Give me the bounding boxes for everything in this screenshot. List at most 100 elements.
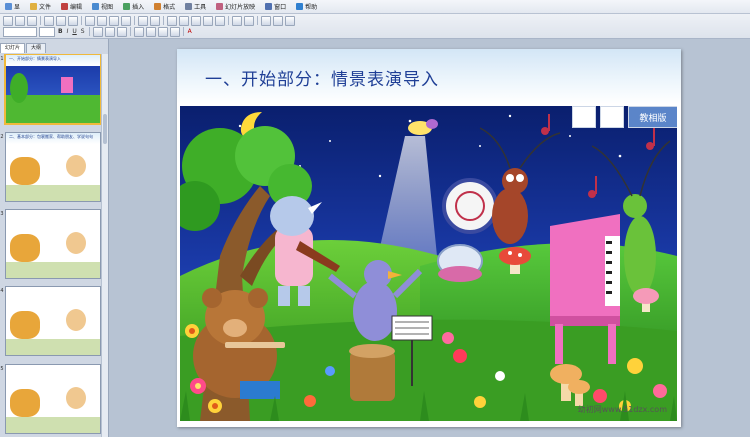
new-slide-icon[interactable] xyxy=(285,15,295,26)
menu-item-icon xyxy=(92,3,100,10)
menu-item-5[interactable]: 格式 xyxy=(149,0,180,13)
align-right-icon[interactable] xyxy=(116,26,127,37)
menu-item-icon xyxy=(30,3,38,10)
menu-item-label: 幻灯片放映 xyxy=(225,4,256,11)
menu-item-icon xyxy=(154,3,162,10)
menu-item-icon xyxy=(61,3,69,10)
thumbnail-scrollbar[interactable] xyxy=(101,54,108,437)
slide-thumbnail[interactable] xyxy=(5,209,101,279)
save-icon[interactable] xyxy=(27,15,37,26)
menu-item-label: 窗口 xyxy=(274,4,287,11)
paste-icon[interactable] xyxy=(109,15,119,26)
menu-item-label: 显 xyxy=(14,4,21,11)
slide-title[interactable]: 一、开始部分：情景表演导入 xyxy=(205,65,439,90)
menu-item-label: 工具 xyxy=(194,4,207,11)
slide-thumbnail-row: 5 xyxy=(0,364,101,434)
slide-number: 2 xyxy=(0,134,4,140)
menu-bar: 显 文件 编辑 视图 插入 格式 工具 幻灯片放映 窗口 帮助 xyxy=(0,0,750,14)
open-icon[interactable] xyxy=(15,15,25,26)
formatting-toolbar: B I U S A xyxy=(0,14,750,39)
slide-thumbnail-title: 二、基本部分：包裹搬家、帮助朋友、学说句句 xyxy=(6,133,100,144)
insert-chart-icon[interactable] xyxy=(167,15,177,26)
menu-item-0[interactable]: 显 xyxy=(0,0,25,13)
layout-icon[interactable] xyxy=(261,15,271,26)
menu-item-label: 视图 xyxy=(101,4,114,11)
slide-thumbnail[interactable]: 二、基本部分：包裹搬家、帮助朋友、学说句句 xyxy=(5,132,101,202)
current-slide[interactable]: 一、开始部分：情景表演导入 教相版 幼初网www.51dzx.com xyxy=(177,49,681,427)
bold-button[interactable]: B xyxy=(56,28,65,35)
help-icon[interactable] xyxy=(244,15,254,26)
slide-thumbnail[interactable]: 一、开始部分：情景表演导入 xyxy=(4,54,101,125)
menu-item-icon xyxy=(296,3,304,10)
textbox-icon[interactable] xyxy=(203,15,213,26)
header-button-2[interactable] xyxy=(600,106,624,128)
copy-icon[interactable] xyxy=(97,15,107,26)
font-color-button[interactable]: A xyxy=(186,28,194,35)
shadow-button[interactable]: S xyxy=(79,28,87,35)
slide-thumbnail-row: 2 二、基本部分：包裹搬家、帮助朋友、学说句句 xyxy=(0,132,101,202)
slide-thumbnail-row: 3 xyxy=(0,209,101,279)
menu-item-icon xyxy=(265,3,273,10)
slide-illustration[interactable]: 教相版 幼初网www.51dzx.com xyxy=(180,106,677,421)
insert-table-icon[interactable] xyxy=(179,15,189,26)
menu-item-icon xyxy=(185,3,193,10)
scrollbar-thumb[interactable] xyxy=(103,114,107,144)
preview-icon[interactable] xyxy=(56,15,66,26)
slide-number: 5 xyxy=(0,366,4,372)
menu-item-8[interactable]: 窗口 xyxy=(260,0,291,13)
menu-item-9[interactable]: 帮助 xyxy=(291,0,322,13)
slide-editor: 一、开始部分：情景表演导入 教相版 幼初网www.51dzx.com xyxy=(109,39,750,437)
slide-thumbnail[interactable] xyxy=(5,364,101,434)
menu-item-7[interactable]: 幻灯片放映 xyxy=(211,0,260,13)
menu-item-3[interactable]: 视图 xyxy=(87,0,118,13)
slide-thumbnail-row: 1 一、开始部分：情景表演导入 xyxy=(0,54,101,125)
bass-drum xyxy=(442,178,498,234)
bullets-icon[interactable] xyxy=(145,26,156,37)
header-button-label[interactable]: 教相版 xyxy=(628,106,677,128)
cut-icon[interactable] xyxy=(85,15,95,26)
undo-icon[interactable] xyxy=(138,15,148,26)
redo-icon[interactable] xyxy=(150,15,160,26)
spellcheck-icon[interactable] xyxy=(68,15,78,26)
slide-thumbnail-title: 一、开始部分：情景表演导入 xyxy=(6,55,100,66)
menu-item-label: 插入 xyxy=(132,4,145,11)
decrease-font-icon[interactable] xyxy=(169,26,180,37)
toolbar-row-format: B I U S A xyxy=(2,26,194,37)
underline-button[interactable]: U xyxy=(70,28,78,35)
hyperlink-icon[interactable] xyxy=(215,15,225,26)
slides-pane: 幻灯片 大纲 1 一、开始部分：情景表演导入 2 二、基本部分：包裹搬家、帮助朋友、学… xyxy=(0,39,109,437)
font-size-combo[interactable] xyxy=(39,26,55,37)
zoom-icon[interactable] xyxy=(232,15,242,26)
menu-item-icon xyxy=(5,3,12,10)
increase-font-icon[interactable] xyxy=(157,26,168,37)
menu-item-icon xyxy=(123,3,131,10)
print-icon[interactable] xyxy=(44,15,54,26)
pane-tabs: 幻灯片 大纲 xyxy=(0,43,47,53)
font-combo[interactable] xyxy=(3,26,37,37)
menu-item-6[interactable]: 工具 xyxy=(180,0,211,13)
toolbar-row-standard xyxy=(2,15,296,26)
insert-picture-icon[interactable] xyxy=(191,15,201,26)
align-center-icon[interactable] xyxy=(104,26,115,37)
new-icon[interactable] xyxy=(3,15,13,26)
align-left-icon[interactable] xyxy=(92,26,103,37)
format-painter-icon[interactable] xyxy=(121,15,131,26)
design-icon[interactable] xyxy=(273,15,283,26)
menu-item-4[interactable]: 插入 xyxy=(118,0,149,13)
menu-item-2[interactable]: 编辑 xyxy=(56,0,87,13)
menu-item-label: 编辑 xyxy=(70,4,83,11)
slide-thumbnail-row: 4 xyxy=(0,286,101,356)
menu-item-label: 格式 xyxy=(163,4,176,11)
slide-thumbnail-list: 1 一、开始部分：情景表演导入 2 二、基本部分：包裹搬家、帮助朋友、学说句句 3 4 5 xyxy=(0,54,101,437)
menu-item-label: 帮助 xyxy=(305,4,318,11)
slide-number: 4 xyxy=(0,288,4,294)
tab-slides[interactable]: 幻灯片 xyxy=(0,43,26,53)
numbering-icon[interactable] xyxy=(133,26,144,37)
slide-thumbnail[interactable] xyxy=(5,286,101,356)
menu-item-icon xyxy=(216,3,224,10)
header-button-1[interactable] xyxy=(572,106,596,128)
tab-outline[interactable]: 大纲 xyxy=(26,43,47,53)
slide-number: 3 xyxy=(0,211,4,217)
watermark-text: 幼初网www.51dzx.com xyxy=(577,405,667,414)
menu-item-1[interactable]: 文件 xyxy=(25,0,56,13)
